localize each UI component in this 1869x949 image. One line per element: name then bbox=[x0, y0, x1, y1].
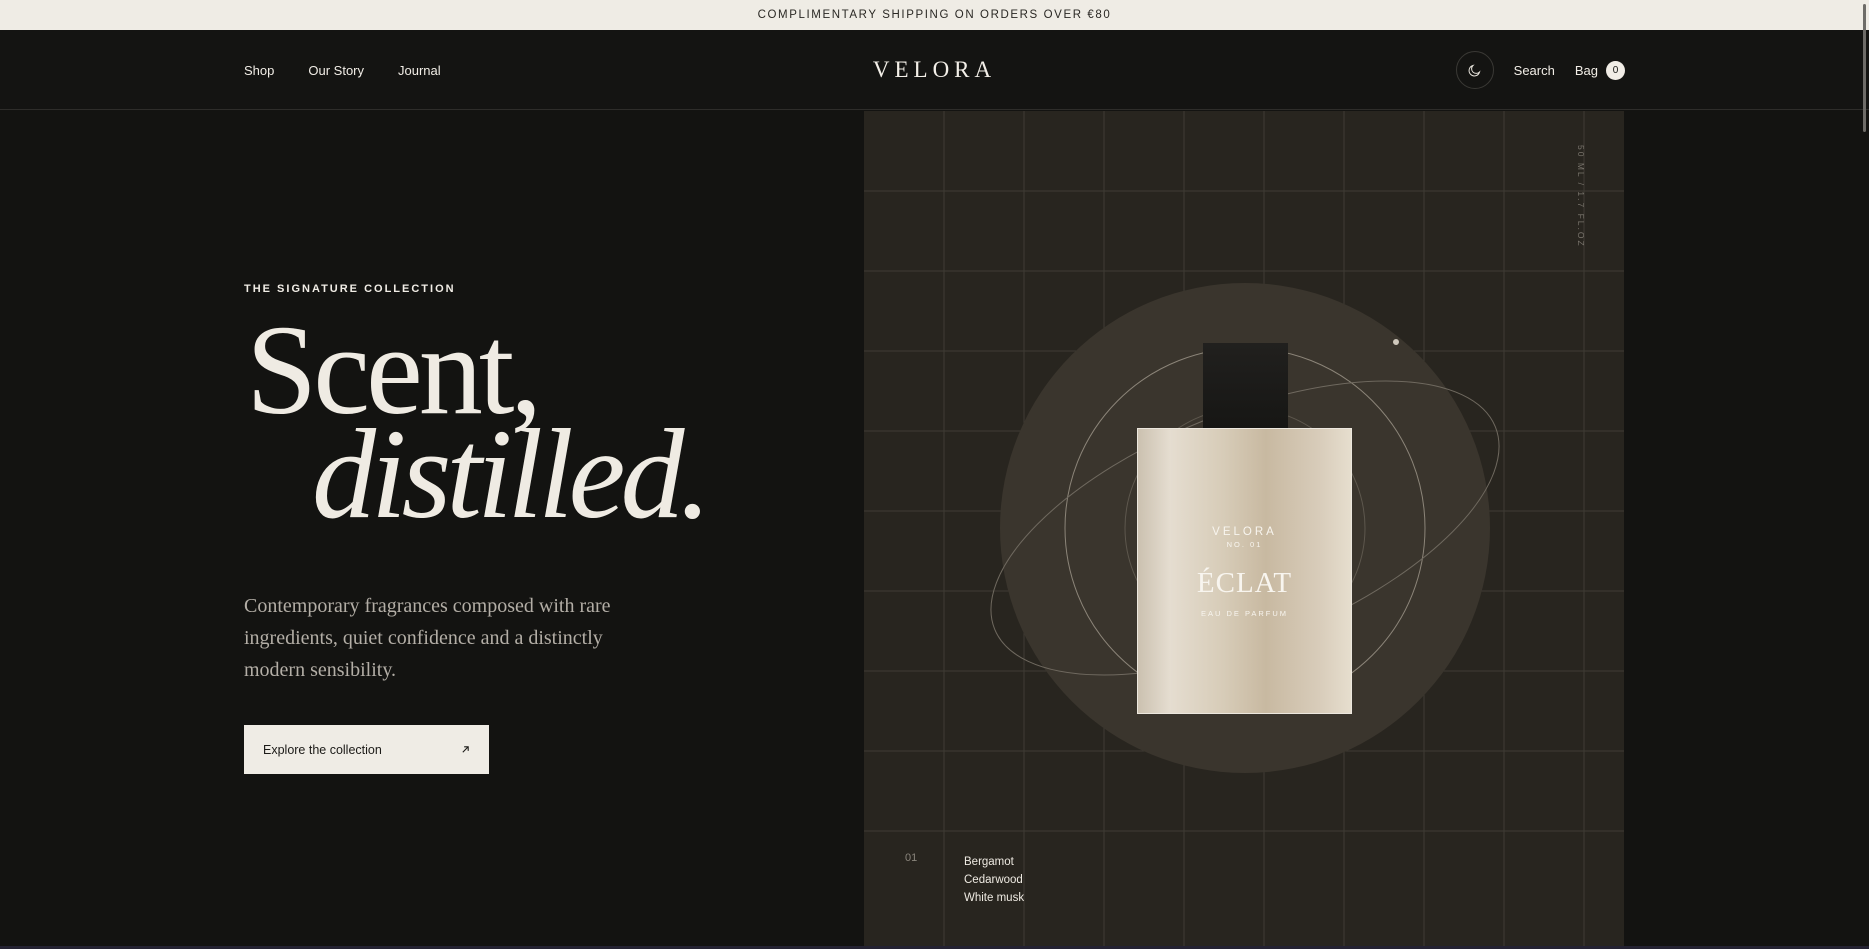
explore-collection-button[interactable]: Explore the collection bbox=[244, 725, 489, 774]
bag-count-badge: 0 bbox=[1606, 60, 1625, 80]
note-item: Bergamot bbox=[964, 856, 1014, 868]
note-item: White musk bbox=[964, 892, 1025, 904]
product-index: 01 bbox=[905, 852, 918, 864]
announcement-bar: COMPLIMENTARY SHIPPING ON ORDERS OVER €8… bbox=[0, 0, 1869, 30]
theme-toggle-button[interactable] bbox=[1455, 51, 1494, 89]
arrow-up-right-icon bbox=[462, 746, 469, 753]
hero-title-line-2: distilled. bbox=[312, 403, 711, 545]
cta-label: Explore the collection bbox=[263, 742, 382, 757]
search-link[interactable]: Search bbox=[1514, 63, 1555, 78]
bottle-type: EAU DE PARFUM bbox=[1200, 609, 1289, 618]
header-actions: Search Bag 0 bbox=[1455, 30, 1625, 110]
bag-label: Bag bbox=[1574, 62, 1598, 78]
bag-button[interactable]: Bag 0 bbox=[1574, 60, 1625, 80]
perfume-bottle[interactable]: VELORA NO. 01 ÉCLAT EAU DE PARFUM bbox=[1137, 428, 1352, 714]
page-scrollbar[interactable] bbox=[1863, 4, 1866, 132]
volume-label: 50 ML / 1.7 FL.OZ bbox=[1576, 145, 1586, 248]
site-header: Shop Our Story Journal VELORA Search Bag… bbox=[0, 30, 1869, 110]
bottle-brand: VELORA bbox=[1212, 526, 1277, 538]
moon-icon bbox=[1468, 63, 1481, 76]
bottle-cap bbox=[1203, 343, 1288, 430]
bottle-number: NO. 01 bbox=[1226, 540, 1263, 549]
note-item: Cedarwood bbox=[964, 874, 1023, 886]
scent-notes-list: Bergamot Cedarwood White musk bbox=[964, 853, 1024, 907]
announcement-text: COMPLIMENTARY SHIPPING ON ORDERS OVER €8… bbox=[757, 9, 1112, 21]
hero-description: Contemporary fragrances composed with ra… bbox=[244, 595, 611, 681]
bottle-name: ÉCLAT bbox=[1196, 567, 1293, 599]
hero-eyebrow: THE SIGNATURE COLLECTION bbox=[244, 283, 456, 295]
